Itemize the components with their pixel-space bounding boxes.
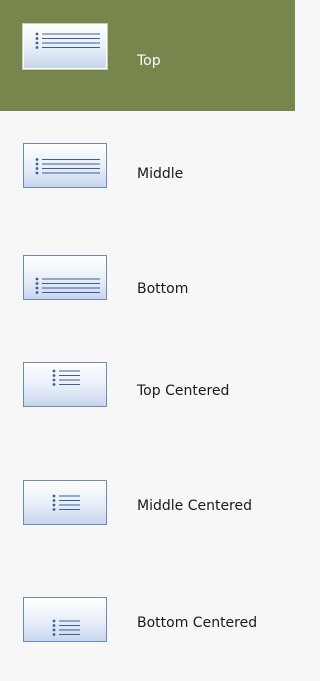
menu-item-middle-centered[interactable]: Middle Centered (0, 444, 295, 555)
menu-item-middle-label: Middle (137, 166, 184, 182)
menu-item-top-centered[interactable]: Top Centered (0, 333, 295, 444)
text-anchor-menu: Top Middle Bottom Top Centered Middle Ce… (0, 0, 295, 681)
menu-item-middle-centered-label: Middle Centered (137, 498, 253, 514)
menu-item-bottom-centered[interactable]: Bottom Centered (0, 555, 295, 666)
menu-item-bottom-centered-label: Bottom Centered (137, 615, 258, 631)
menu-item-top-label: Top (137, 53, 161, 69)
bulleted-list-middle-icon (23, 143, 107, 188)
bulleted-list-bottom-icon (23, 255, 107, 300)
bulleted-list-middle-centered-icon (23, 480, 107, 525)
menu-item-top-centered-label: Top Centered (137, 383, 230, 399)
bulleted-list-top-icon (23, 24, 107, 69)
menu-item-top[interactable]: Top (0, 0, 295, 111)
menu-item-bottom-label: Bottom (137, 281, 189, 297)
menu-item-bottom[interactable]: Bottom (0, 222, 295, 333)
bulleted-list-top-centered-icon (23, 362, 107, 407)
menu-item-middle[interactable]: Middle (0, 111, 295, 222)
bulleted-list-bottom-centered-icon (23, 597, 107, 642)
